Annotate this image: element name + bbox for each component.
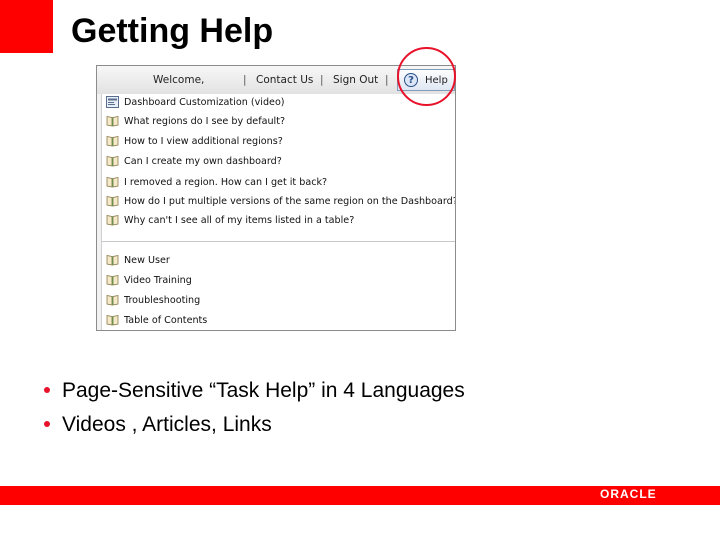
book-icon (106, 156, 119, 167)
slide-title: Getting Help (71, 12, 274, 50)
header-separator: | (385, 74, 389, 86)
help-menu-item-label: Why can't I see all of my items listed i… (124, 215, 355, 226)
help-resource-item[interactable]: Table of Contents (102, 312, 455, 330)
book-icon (106, 315, 119, 326)
video-icon (106, 96, 119, 108)
header-separator: | (243, 74, 247, 86)
help-menu-item[interactable]: Can I create my own dashboard? (102, 153, 455, 171)
book-icon (106, 116, 119, 127)
help-resource-label: New User (124, 255, 170, 266)
oracle-logo: ORACLE (600, 487, 657, 501)
bullet-text: Page-Sensitive “Task Help” in 4 Language… (62, 379, 465, 402)
bullet-list: Page-Sensitive “Task Help” in 4 Language… (44, 377, 465, 445)
book-icon (106, 255, 119, 266)
book-icon (106, 295, 119, 306)
brand-red-block (0, 0, 53, 53)
book-icon (106, 136, 119, 147)
welcome-text: Welcome, (153, 74, 205, 86)
bullet-item: Page-Sensitive “Task Help” in 4 Language… (44, 377, 465, 411)
help-resource-item[interactable]: Video Training (102, 272, 455, 290)
contact-us-link[interactable]: Contact Us (256, 74, 313, 86)
help-menu-item[interactable]: Dashboard Customization (video) (102, 94, 455, 112)
help-menu-item-label: Can I create my own dashboard? (124, 156, 282, 167)
help-menu-item-label: Dashboard Customization (video) (124, 97, 285, 108)
help-menu-item[interactable]: Why can't I see all of my items listed i… (102, 212, 455, 230)
bullet-item: Videos , Articles, Links (44, 411, 465, 445)
help-resource-label: Video Training (124, 275, 192, 286)
book-icon (106, 215, 119, 226)
help-dropdown-menu: Dashboard Customization (video) What reg… (101, 94, 455, 330)
bullet-text: Videos , Articles, Links (62, 413, 272, 436)
help-resource-item[interactable]: Troubleshooting (102, 292, 455, 310)
help-menu-item[interactable]: How to I view additional regions? (102, 133, 455, 151)
help-menu-item-label: What regions do I see by default? (124, 116, 286, 127)
help-menu-item-label: I removed a region. How can I get it bac… (124, 177, 328, 188)
book-icon (106, 275, 119, 286)
header-separator: | (320, 74, 324, 86)
help-menu-item-label: How to I view additional regions? (124, 136, 283, 147)
app-screenshot: Welcome, | Contact Us | Sign Out | ? Hel… (96, 65, 456, 331)
bullet-dot-icon (44, 387, 50, 393)
help-resource-item[interactable]: New User (102, 252, 455, 270)
help-resource-label: Table of Contents (124, 315, 208, 326)
book-icon (106, 196, 119, 207)
highlight-circle (397, 47, 456, 106)
sign-out-link[interactable]: Sign Out (333, 74, 378, 86)
book-icon (106, 177, 119, 188)
help-menu-item[interactable]: How do I put multiple versions of the sa… (102, 193, 455, 211)
help-menu-item-label: How do I put multiple versions of the sa… (124, 196, 456, 207)
help-resource-label: Troubleshooting (124, 295, 201, 306)
help-menu-item[interactable]: I removed a region. How can I get it bac… (102, 174, 455, 192)
help-menu-item[interactable]: What regions do I see by default? (102, 113, 455, 131)
bullet-dot-icon (44, 421, 50, 427)
menu-divider (102, 241, 455, 242)
